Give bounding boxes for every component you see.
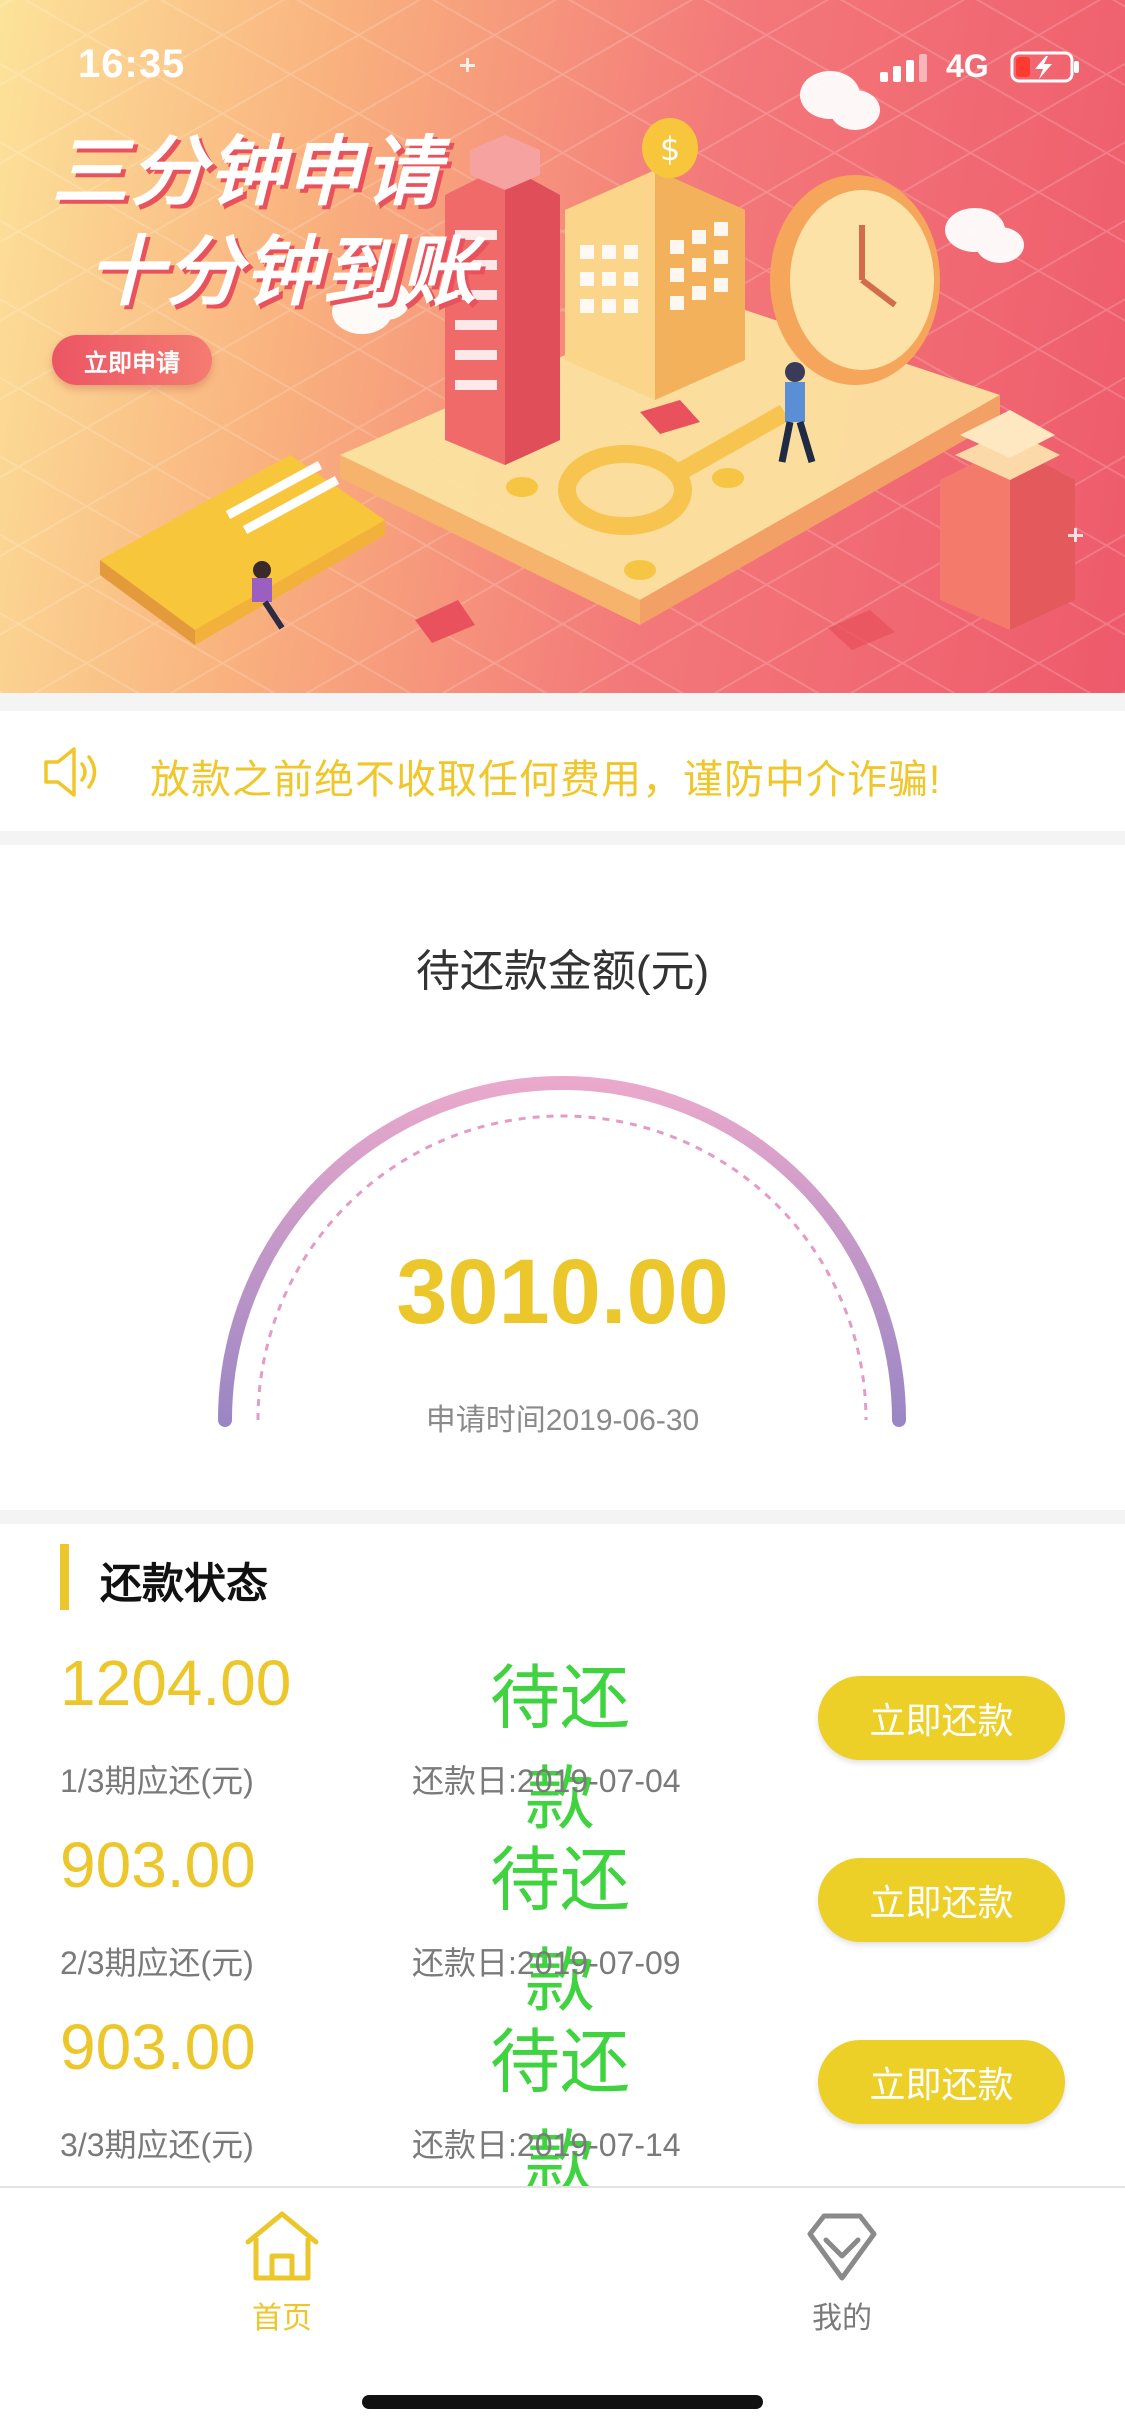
installment-period: 1/3期应还(元) — [60, 1763, 254, 1799]
tab-me[interactable]: 我的 — [742, 2208, 942, 2348]
installment-due-date: 还款日:2019-07-14 — [412, 2127, 681, 2163]
apply-now-button[interactable]: 立即申请 — [52, 335, 212, 385]
banner-headline-2: 十分钟到账 — [88, 230, 478, 315]
section-accent-bar — [60, 1544, 69, 1610]
repayment-row: 1204.00 1/3期应还(元) 待还款 还款日:2019-07-04 立即还… — [0, 1646, 1125, 1838]
tab-me-label: 我的 — [812, 2302, 872, 2335]
repayment-row: 903.00 3/3期应还(元) 待还款 还款日:2019-07-14 立即还款 — [0, 2010, 1125, 2202]
installment-amount: 903.00 — [60, 2011, 256, 2083]
battery-charging-icon — [1010, 51, 1079, 83]
pending-amount-value: 3010.00 — [396, 1241, 729, 1343]
notice-bar: 放款之前绝不收取任何费用，谨防中介诈骗! — [0, 711, 1125, 831]
speaker-icon — [44, 747, 97, 797]
repay-now-button[interactable]: 立即还款 — [818, 1858, 1065, 1942]
diamond-profile-icon — [807, 2213, 877, 2281]
home-indicator — [362, 2395, 763, 2409]
tab-home-label: 首页 — [252, 2302, 312, 2335]
promo-banner[interactable]: $ 16:35 4G 三分钟申请 十分钟到账 立即申请 — [0, 0, 1125, 693]
repay-now-button[interactable]: 立即还款 — [818, 2040, 1065, 2124]
installment-due-date: 还款日:2019-07-04 — [412, 1763, 681, 1799]
installment-amount: 1204.00 — [60, 1647, 292, 1719]
section-divider — [0, 1510, 1125, 1524]
repay-now-button[interactable]: 立即还款 — [818, 1676, 1065, 1760]
installment-status: 待还款 — [490, 1841, 630, 2020]
installment-period: 2/3期应还(元) — [60, 1945, 254, 1981]
home-icon — [245, 2211, 319, 2281]
notice-text: 放款之前绝不收取任何费用，谨防中介诈骗! — [150, 758, 942, 802]
svg-text:$: $ — [660, 130, 680, 168]
installment-due-date: 还款日:2019-07-09 — [412, 1945, 681, 1981]
repayment-status-title: 还款状态 — [100, 1560, 269, 1607]
repayment-status-section: 还款状态 1204.00 1/3期应还(元) 待还款 还款日:2019-07-0… — [0, 1524, 1125, 2202]
installment-amount: 903.00 — [60, 1829, 256, 1901]
section-divider — [0, 693, 1125, 711]
apply-date: 申请时间2019-06-30 — [425, 1404, 700, 1437]
pending-amount-card: 待还款金额(元) 3010.00 申请时间2019-06-30 — [0, 845, 1125, 1510]
installment-status: 待还款 — [490, 1659, 630, 1838]
installment-status: 待还款 — [490, 2023, 630, 2202]
tab-home[interactable]: 首页 — [182, 2208, 382, 2348]
repayment-row: 903.00 2/3期应还(元) 待还款 还款日:2019-07-09 立即还款 — [0, 1828, 1125, 2020]
banner-headline-1: 三分钟申请 — [52, 130, 442, 215]
status-time: 16:35 — [78, 42, 186, 86]
section-divider — [0, 831, 1125, 845]
signal-bars-icon — [880, 54, 927, 82]
network-type: 4G — [946, 48, 989, 84]
installment-period: 3/3期应还(元) — [60, 2127, 254, 2163]
